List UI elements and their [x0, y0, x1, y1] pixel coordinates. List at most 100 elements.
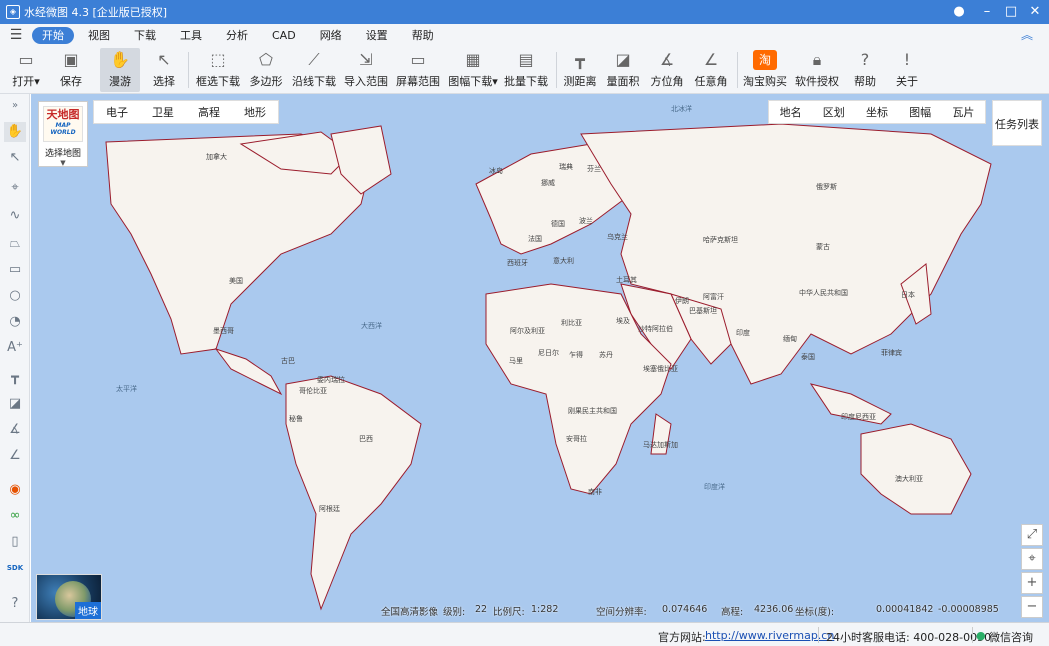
place-label: 巴西 [359, 435, 373, 443]
hotline-text: 24小时客服电话: 400-028-0050 [826, 631, 992, 644]
wechat-consult-link[interactable]: 微信咨询 [989, 629, 1033, 645]
any-angle-button[interactable]: ∠ 任意角 [692, 48, 730, 92]
map-source-selector[interactable]: 天地图 MAP WORLD 选择地图 ▼ [38, 101, 88, 167]
pan-button[interactable]: ✋ 漫游 [100, 48, 140, 92]
app-icon: ◈ [6, 5, 20, 19]
menu-settings[interactable]: 设置 [356, 27, 398, 44]
save-button[interactable]: ▣ 保存 [54, 48, 88, 92]
menu-tools[interactable]: 工具 [170, 27, 212, 44]
box-download-button[interactable]: ⬚ 框选下载 [195, 48, 241, 92]
text-icon[interactable]: A⁺ [4, 338, 26, 358]
sector-icon[interactable]: ◔ [4, 312, 26, 332]
zoom-out-button[interactable]: − [1021, 596, 1043, 618]
measure-area-icon[interactable]: ◪ [4, 394, 26, 414]
hand-icon[interactable]: ✋ [4, 122, 26, 142]
place-label: 乍得 [569, 351, 583, 359]
point-marker-icon[interactable]: ⌖ [4, 178, 26, 198]
place-label: 马里 [509, 357, 523, 365]
polygon-button[interactable]: ⬠ 多边形 [247, 48, 285, 92]
azimuth-button[interactable]: ∡ 方位角 [648, 48, 686, 92]
measure-distance-icon[interactable]: ┳ [4, 368, 26, 388]
hand-icon: ✋ [110, 50, 130, 69]
website-link[interactable]: http://www.rivermap.cn [705, 629, 834, 642]
overlay-toggles: 地名 区划 坐标 图幅 瓦片 [768, 100, 986, 124]
overlay-boundaries[interactable]: 区划 [823, 104, 845, 120]
menu-start[interactable]: 开始 [32, 26, 74, 44]
about-button[interactable]: ! 关于 [890, 48, 924, 92]
place-label: 哥伦比亚 [299, 387, 327, 395]
circle-icon[interactable]: ○ [4, 286, 26, 306]
menu-help[interactable]: 帮助 [402, 27, 444, 44]
map-type-satellite[interactable]: 卫星 [152, 104, 174, 120]
map-type-elevation[interactable]: 高程 [198, 104, 220, 120]
folder-icon: ▭ [18, 50, 34, 69]
place-label: 哈萨克斯坦 [703, 236, 738, 244]
measure-distance-button[interactable]: ┳ 测距离 [562, 48, 598, 92]
user-icon[interactable]: ● [946, 0, 972, 24]
place-label: 墨西哥 [213, 327, 234, 335]
hamburger-menu-icon[interactable]: ☰ [0, 27, 32, 43]
place-label: 蒙古 [816, 243, 830, 251]
batch-download-button[interactable]: ▤ 批量下载 [503, 48, 549, 92]
open-button[interactable]: ▭ 打开▾ [8, 48, 44, 92]
overlay-sheets[interactable]: 图幅 [909, 104, 931, 120]
azimuth-icon: ∡ [659, 50, 675, 69]
place-label: 日本 [901, 291, 915, 299]
collapse-ribbon-icon[interactable]: ︽ [1021, 26, 1033, 43]
overlay-place-names[interactable]: 地名 [780, 104, 802, 120]
help-icon: ? [860, 50, 870, 69]
place-label: 阿富汗 [703, 293, 724, 301]
link-icon[interactable]: ∞ [4, 506, 26, 526]
phone-icon[interactable]: ▯ [4, 532, 26, 552]
wechat-icon[interactable]: ● [976, 629, 986, 642]
earth-view-thumbnail[interactable]: 地球 [36, 574, 102, 620]
select-button[interactable]: ↖ 选择 [146, 48, 182, 92]
help-circle-icon[interactable]: ? [4, 594, 26, 614]
menu-cad[interactable]: CAD [262, 27, 306, 44]
map-type-electronic[interactable]: 电子 [106, 104, 128, 120]
area-icon: ◪ [615, 50, 631, 69]
fullscreen-icon[interactable]: ⤢ [1021, 524, 1043, 546]
menu-download[interactable]: 下载 [124, 27, 166, 44]
zoom-in-button[interactable]: + [1021, 572, 1043, 594]
globe-plugin-icon[interactable]: ◉ [4, 480, 26, 500]
screen-range-button[interactable]: ▭ 屏幕范围 [395, 48, 441, 92]
ocean-label: 大西洋 [361, 322, 382, 330]
resolution-value: 0.074646 [662, 604, 708, 615]
polygon-draw-icon[interactable]: ⏢ [4, 234, 26, 254]
menu-view[interactable]: 视图 [78, 27, 120, 44]
expand-icon[interactable]: » [4, 96, 26, 116]
measure-area-button[interactable]: ◪ 量面积 [605, 48, 641, 92]
sheet-download-button[interactable]: ▦ 图幅下载▾ [447, 48, 499, 92]
map-type-terrain[interactable]: 地形 [244, 104, 266, 120]
maximize-button[interactable]: □ [998, 0, 1024, 24]
earth-label: 地球 [75, 602, 101, 619]
cursor-icon[interactable]: ↖ [4, 148, 26, 168]
map-canvas[interactable]: 天地图 MAP WORLD 选择地图 ▼ 电子 卫星 高程 地形 地名 区划 坐… [31, 94, 1049, 622]
sdk-icon[interactable]: SDK [4, 558, 26, 578]
overlay-coordinates[interactable]: 坐标 [866, 104, 888, 120]
scale-label: 比例尺: [493, 607, 525, 618]
azimuth-icon[interactable]: ∡ [4, 420, 26, 440]
menu-analysis[interactable]: 分析 [216, 27, 258, 44]
place-label: 印度 [736, 329, 750, 337]
line-download-button[interactable]: ⟋ 沿线下载 [291, 48, 337, 92]
menu-network[interactable]: 网络 [310, 27, 352, 44]
task-list-button[interactable]: 任务列表 [992, 100, 1042, 146]
taobao-buy-button[interactable]: 淘淘宝购买 [742, 48, 788, 92]
rectangle-icon[interactable]: ▭ [4, 260, 26, 280]
polyline-icon[interactable]: ∿ [4, 206, 26, 226]
overlay-tiles[interactable]: 瓦片 [952, 104, 974, 120]
ribbon-toolbar: ▭ 打开▾ ▣ 保存 ✋ 漫游 ↖ 选择 ⬚ 框选下载 ⬠ 多边形 ⟋ 沿线下载 ⇲ 导入范围 … [0, 46, 1049, 94]
close-button[interactable]: ✕ [1022, 0, 1048, 24]
place-label: 中华人民共和国 [799, 289, 848, 297]
angle-icon[interactable]: ∠ [4, 446, 26, 466]
minimize-button[interactable]: – [974, 0, 1000, 24]
import-range-button[interactable]: ⇲ 导入范围 [343, 48, 389, 92]
locate-icon[interactable]: ⌖ [1021, 548, 1043, 570]
help-button[interactable]: ? 帮助 [848, 48, 882, 92]
place-label: 苏丹 [599, 351, 613, 359]
place-label: 芬兰 [587, 165, 601, 173]
monitor-icon: ▭ [410, 50, 426, 69]
license-button[interactable]: 🔒︎ 软件授权 [794, 48, 840, 92]
